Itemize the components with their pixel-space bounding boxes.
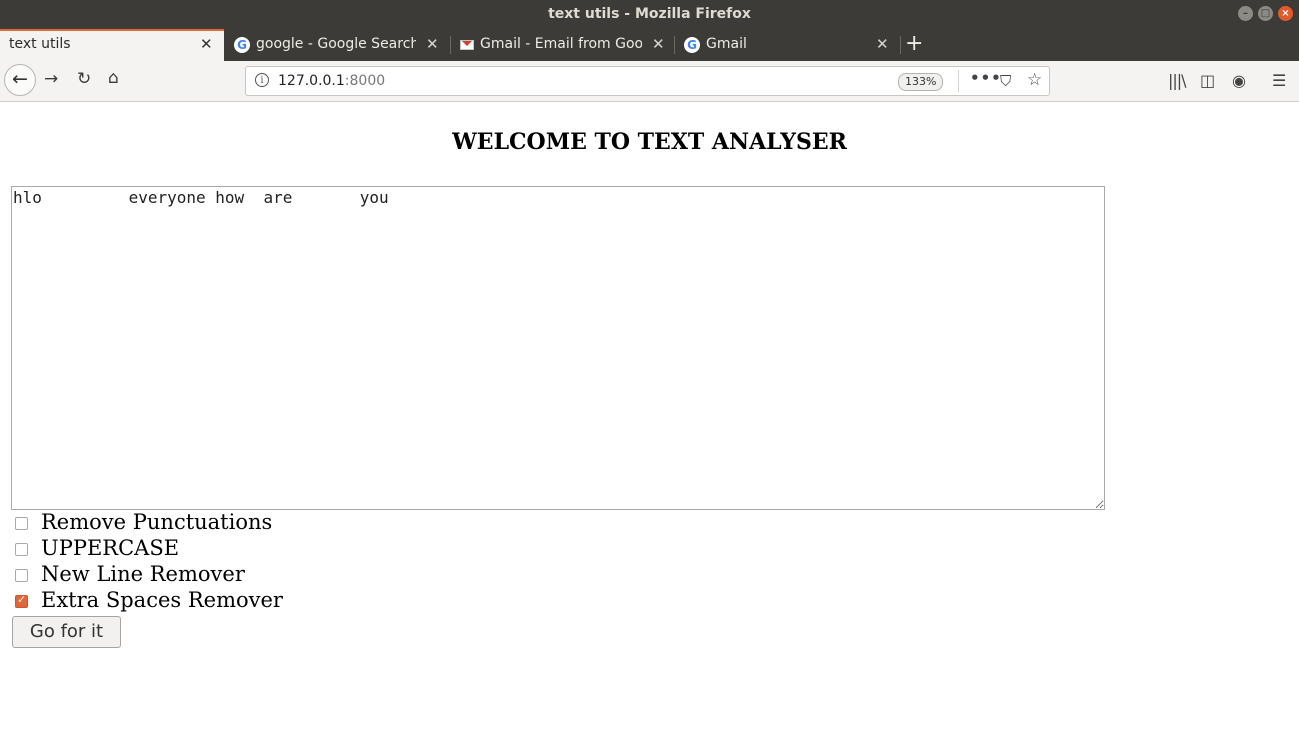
- text-input-area[interactable]: [11, 186, 1105, 510]
- close-tab-icon[interactable]: ✕: [200, 35, 213, 53]
- close-window-icon[interactable]: ×: [1278, 6, 1293, 21]
- library-icon[interactable]: |||\: [1168, 71, 1187, 90]
- remove-punctuations-checkbox[interactable]: [15, 517, 28, 530]
- close-tab-icon[interactable]: ✕: [652, 35, 665, 53]
- tab-divider: [450, 36, 451, 54]
- uppercase-checkbox[interactable]: [15, 543, 28, 556]
- tab-label: Gmail - Email from Goog: [480, 36, 642, 52]
- sidebar-icon[interactable]: ◫: [1200, 71, 1215, 90]
- more-actions-icon[interactable]: •••: [970, 69, 1002, 87]
- google-icon: G: [684, 37, 700, 53]
- new-line-remover-checkbox[interactable]: [15, 569, 28, 582]
- back-arrow-icon[interactable]: ←: [4, 64, 36, 96]
- info-icon[interactable]: i: [255, 73, 269, 87]
- tab-gmail-email[interactable]: Gmail - Email from Goog ✕: [452, 29, 672, 61]
- tab-divider: [900, 36, 901, 54]
- tab-label: google - Google Search: [256, 36, 416, 52]
- google-icon: G: [234, 37, 250, 53]
- tab-label: text utils: [9, 36, 71, 52]
- option-label: New Line Remover: [41, 562, 245, 586]
- address-bar[interactable]: i 127.0.0.1:8000 133% ••• ⛉ ☆: [245, 66, 1050, 96]
- tab-google-search[interactable]: G google - Google Search ✕: [228, 29, 448, 61]
- home-icon[interactable]: ⌂: [108, 68, 119, 88]
- tab-strip: text utils ✕ G google - Google Search ✕ …: [0, 29, 1299, 61]
- option-label: UPPERCASE: [41, 536, 180, 560]
- maximize-icon[interactable]: □: [1258, 6, 1273, 21]
- menu-icon[interactable]: ☰: [1272, 71, 1286, 90]
- option-label: Remove Punctuations: [41, 510, 273, 534]
- new-tab-icon[interactable]: +: [905, 31, 923, 56]
- minimize-icon[interactable]: –: [1238, 6, 1253, 21]
- urlbar-divider: [958, 70, 959, 92]
- close-tab-icon[interactable]: ✕: [426, 35, 439, 53]
- tab-text-utils[interactable]: text utils ✕: [0, 29, 224, 61]
- page-heading: WELCOME TO TEXT ANALYSER: [452, 129, 847, 155]
- url-text[interactable]: 127.0.0.1:8000: [278, 73, 385, 89]
- option-label: Extra Spaces Remover: [41, 588, 283, 612]
- account-icon[interactable]: ◉: [1232, 71, 1246, 90]
- go-for-it-button[interactable]: Go for it: [12, 616, 121, 648]
- navigation-toolbar: ← → ↻ ⌂ i 127.0.0.1:8000 133% ••• ⛉ ☆ ||…: [0, 61, 1299, 102]
- tab-label: Gmail: [706, 36, 747, 52]
- bookmark-star-icon[interactable]: ☆: [1027, 70, 1042, 90]
- window-title: text utils - Mozilla Firefox: [548, 6, 751, 22]
- gmail-icon: [460, 40, 474, 50]
- reload-icon[interactable]: ↻: [77, 69, 91, 89]
- close-tab-icon[interactable]: ✕: [876, 35, 889, 53]
- extra-spaces-remover-checkbox[interactable]: [15, 593, 28, 608]
- zoom-level-badge[interactable]: 133%: [898, 73, 944, 91]
- forward-arrow-icon[interactable]: →: [44, 69, 58, 89]
- pocket-icon[interactable]: ⛉: [1000, 72, 1011, 90]
- window-titlebar: text utils - Mozilla Firefox – □ ×: [0, 0, 1299, 29]
- tab-gmail[interactable]: G Gmail ✕: [678, 29, 898, 61]
- tab-divider: [674, 36, 675, 54]
